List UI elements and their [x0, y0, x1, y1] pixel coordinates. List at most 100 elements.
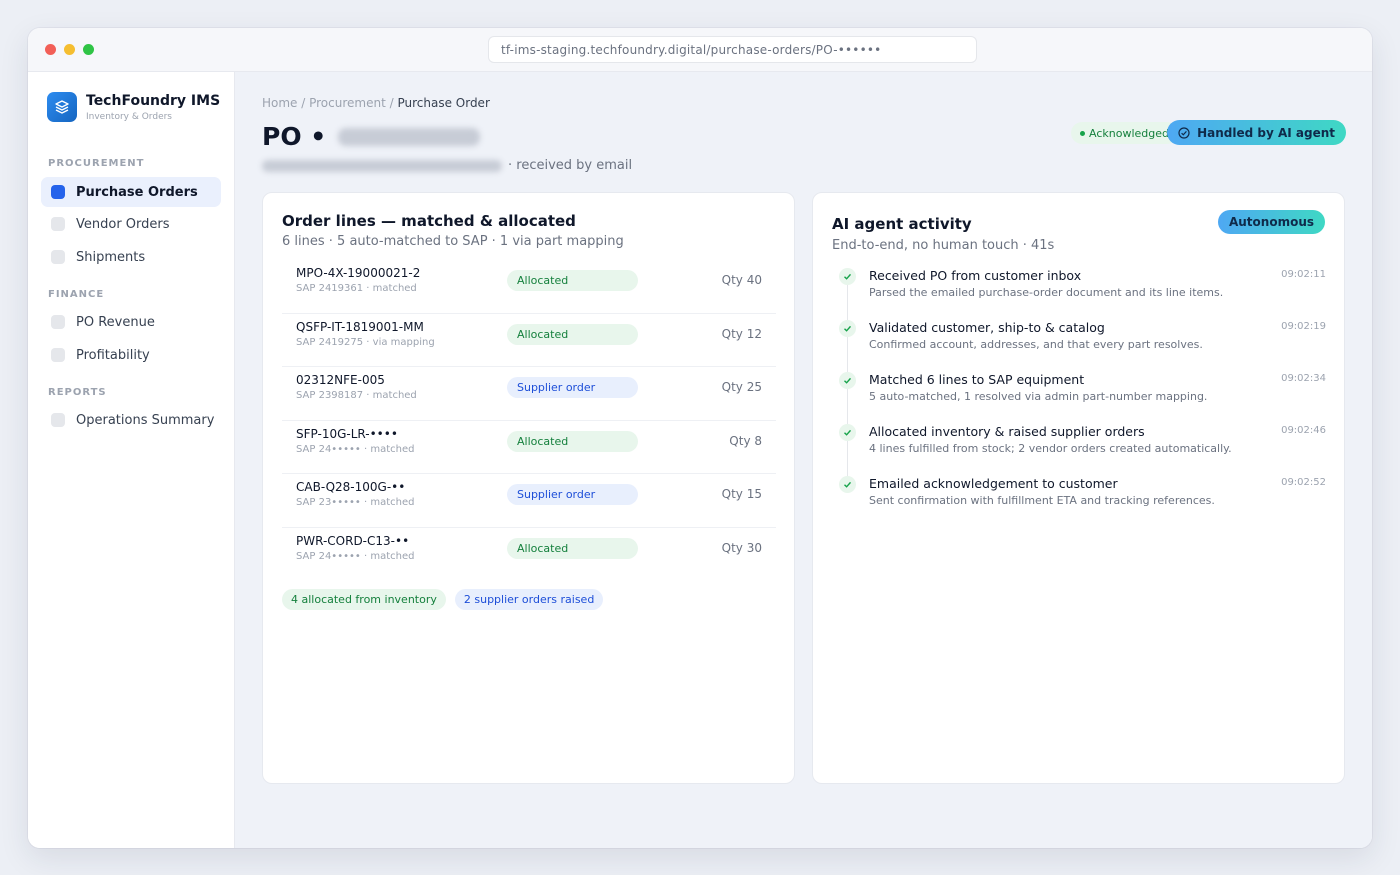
redacted-po-number: [338, 127, 481, 146]
event-title: Matched 6 lines to SAP equipment: [869, 372, 1085, 387]
maximize-window-button[interactable]: [83, 44, 94, 55]
sidebar-item-shipments[interactable]: Shipments: [41, 242, 221, 272]
timeline-event: Allocated inventory & raised supplier or…: [832, 421, 1326, 473]
order-line-row[interactable]: SFP-10G-LR-•••• SAP 24••••• · matched Al…: [282, 421, 776, 474]
order-lines-card: Order lines — matched & allocated 6 line…: [262, 192, 795, 784]
agent-activity-title: AI agent activity: [832, 215, 972, 233]
order-lines-subtitle: 6 lines · 5 auto-matched to SAP · 1 via …: [282, 234, 624, 249]
subtitle-suffix: · received by email: [508, 158, 633, 173]
line-status-badge: Allocated: [507, 537, 638, 559]
event-description: Sent confirmation with fulfillment ETA a…: [869, 494, 1215, 507]
browser-window: tf-ims-staging.techfoundry.digital/purch…: [28, 28, 1372, 848]
line-quantity: Qty 30: [721, 540, 762, 555]
event-title: Validated customer, ship-to & catalog: [869, 320, 1105, 335]
part-number: QSFP-IT-1819001-MM: [296, 319, 424, 334]
agent-activity-subtitle: End-to-end, no human touch · 41s: [832, 238, 1055, 253]
browser-chrome: tf-ims-staging.techfoundry.digital/purch…: [28, 28, 1372, 72]
section-label-finance: FINANCE: [48, 289, 105, 300]
autonomous-badge: Autonomous: [1217, 210, 1325, 234]
breadcrumb-home[interactable]: Home: [262, 96, 297, 110]
order-line-row[interactable]: MPO-4X-19000021-2 SAP 2419361 · matched …: [282, 260, 776, 314]
check-icon: [839, 372, 856, 389]
sap-reference: SAP 2398187 · matched: [296, 390, 417, 401]
status-badge-label: Acknowledged: [1089, 126, 1169, 140]
timeline-event: Received PO from customer inbox Parsed t…: [832, 265, 1326, 317]
sidebar-item-po-revenue[interactable]: PO Revenue: [41, 307, 221, 337]
minimize-window-button[interactable]: [64, 44, 75, 55]
ai-badge-label: Handled by AI agent: [1197, 125, 1335, 140]
breadcrumb: Home / Procurement / Purchase Order: [262, 96, 490, 110]
sap-reference: SAP 24••••• · matched: [296, 443, 415, 455]
sap-reference: SAP 23••••• · matched: [296, 497, 415, 508]
check-circle-icon: [1178, 126, 1190, 139]
line-status-badge: Allocated: [507, 270, 638, 291]
page-subtitle: · received by email: [262, 158, 632, 173]
event-description: Confirmed account, addresses, and that e…: [869, 338, 1203, 351]
breadcrumb-current: Purchase Order: [397, 96, 490, 110]
line-status-badge: Allocated: [507, 323, 638, 345]
part-number: CAB-Q28-100G-••: [296, 480, 406, 494]
sidebar: TechFoundry IMS Inventory & Orders PROCU…: [28, 72, 235, 848]
check-icon: [839, 320, 856, 337]
breadcrumb-separator: /: [297, 96, 310, 110]
order-line-row[interactable]: PWR-CORD-C13-•• SAP 24••••• · matched Al…: [282, 528, 776, 582]
timeline-event: Emailed acknowledgement to customer Sent…: [832, 473, 1326, 525]
sidebar-item-label: Operations Summary: [76, 412, 215, 428]
line-quantity: Qty 12: [721, 326, 762, 341]
event-timestamp: 09:02:34: [1281, 373, 1326, 384]
brand-logo-icon[interactable]: [47, 92, 77, 122]
brand-name: TechFoundry IMS: [86, 93, 221, 109]
breadcrumb-procurement[interactable]: Procurement: [309, 96, 386, 110]
brand-subtitle: Inventory & Orders: [86, 112, 172, 122]
order-lines-list: MPO-4X-19000021-2 SAP 2419361 · matched …: [282, 260, 776, 581]
order-lines-title: Order lines — matched & allocated: [282, 212, 576, 230]
agent-activity-card: AI agent activity End-to-end, no human t…: [812, 192, 1345, 784]
ai-handled-badge: Handled by AI agent: [1167, 120, 1346, 145]
event-description: 5 auto-matched, 1 resolved via admin par…: [869, 390, 1208, 403]
address-bar[interactable]: tf-ims-staging.techfoundry.digital/purch…: [488, 36, 977, 63]
event-timestamp: 09:02:11: [1281, 269, 1326, 280]
status-badge: Acknowledged: [1071, 122, 1178, 144]
sidebar-item-label: Purchase Orders: [76, 184, 198, 200]
sidebar-item-profitability[interactable]: Profitability: [41, 340, 221, 370]
check-icon: [839, 476, 856, 493]
event-timestamp: 09:02:52: [1281, 477, 1326, 488]
activity-timeline: Received PO from customer inbox Parsed t…: [832, 265, 1326, 525]
part-number: MPO-4X-19000021-2: [296, 266, 421, 280]
order-line-row[interactable]: CAB-Q28-100G-•• SAP 23••••• · matched Su…: [282, 474, 776, 528]
line-status-badge: Supplier order: [507, 377, 638, 398]
sidebar-item-vendor-orders[interactable]: Vendor Orders: [41, 209, 221, 239]
line-quantity: Qty 25: [721, 380, 762, 394]
line-status-badge: Supplier order: [507, 484, 638, 505]
event-timestamp: 09:02:19: [1281, 321, 1326, 332]
order-line-row[interactable]: QSFP-IT-1819001-MM SAP 2419275 · via map…: [282, 314, 776, 367]
nav-square-icon: [51, 315, 65, 329]
nav-square-icon: [51, 413, 65, 427]
section-label-procurement: PROCUREMENT: [48, 158, 145, 169]
sidebar-item-label: Profitability: [76, 347, 150, 363]
nav-square-icon: [51, 250, 65, 264]
event-title: Allocated inventory & raised supplier or…: [869, 424, 1145, 439]
sidebar-item-label: Vendor Orders: [76, 216, 170, 232]
part-number: SFP-10G-LR-••••: [296, 426, 398, 441]
line-quantity: Qty 15: [721, 487, 762, 501]
close-window-button[interactable]: [45, 44, 56, 55]
sidebar-item-label: Shipments: [76, 249, 146, 265]
part-number: PWR-CORD-C13-••: [296, 533, 410, 548]
po-title-prefix: PO •: [262, 122, 327, 151]
order-line-row[interactable]: 02312NFE-005 SAP 2398187 · matched Suppl…: [282, 367, 776, 421]
page-title: PO •: [262, 122, 481, 151]
sap-reference: SAP 2419275 · via mapping: [296, 336, 435, 348]
check-icon: [839, 424, 856, 441]
sidebar-item-operations-summary[interactable]: Operations Summary: [41, 405, 221, 435]
timeline-event: Matched 6 lines to SAP equipment 5 auto-…: [832, 369, 1326, 421]
event-timestamp: 09:02:46: [1281, 425, 1326, 436]
nav-square-icon: [51, 348, 65, 362]
event-title: Emailed acknowledgement to customer: [869, 476, 1118, 491]
sidebar-item-purchase-orders[interactable]: Purchase Orders: [41, 177, 221, 207]
sap-reference: SAP 2419361 · matched: [296, 283, 417, 294]
section-label-reports: REPORTS: [48, 387, 107, 398]
nav-square-icon: [51, 185, 65, 199]
check-icon: [839, 268, 856, 285]
redacted-customer: [262, 159, 502, 172]
